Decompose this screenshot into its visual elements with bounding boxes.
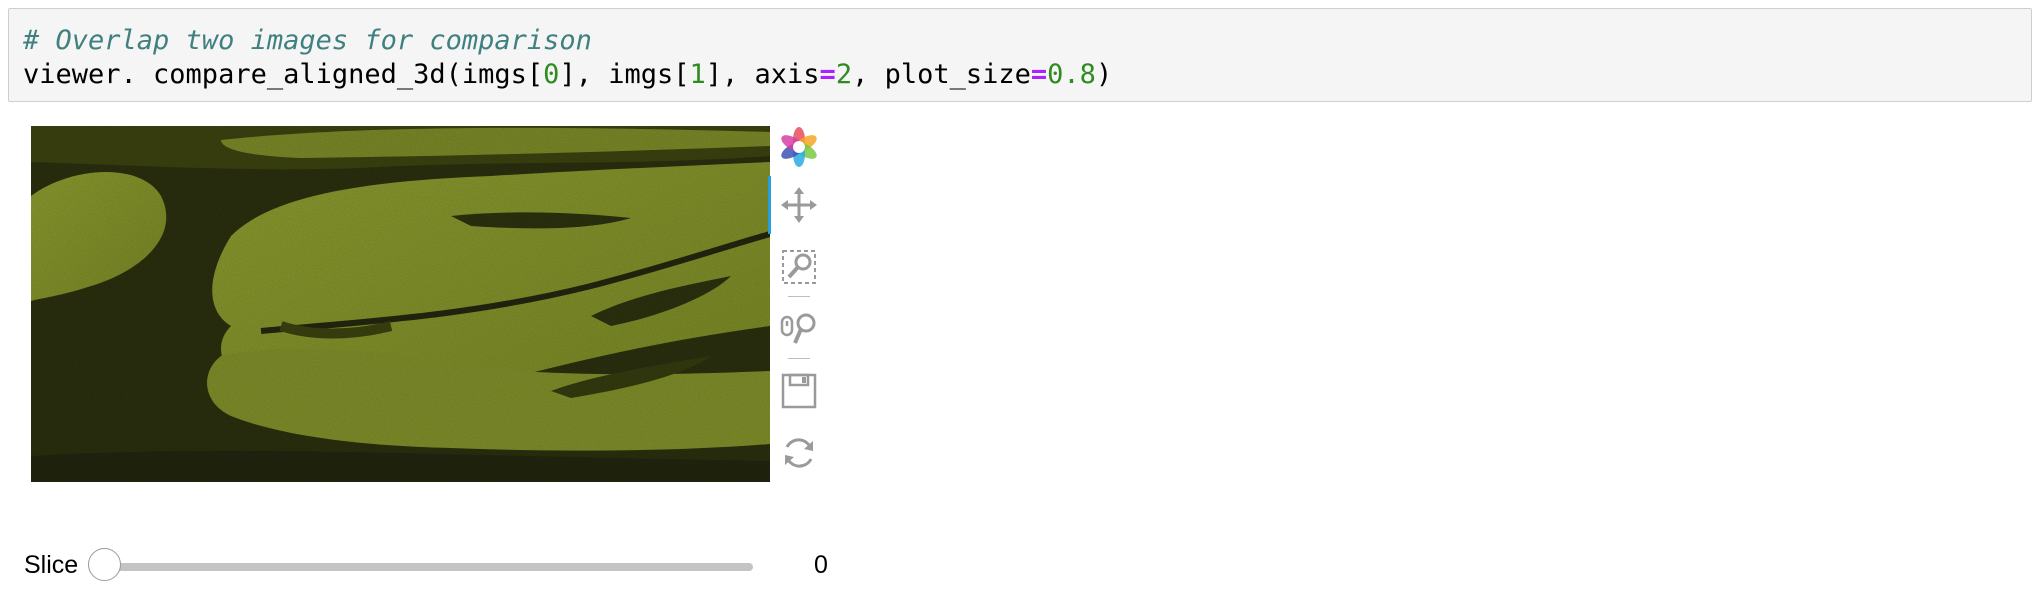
- active-tool-indicator: [768, 176, 771, 234]
- save-icon[interactable]: [776, 368, 822, 414]
- slider-value: 0: [814, 551, 828, 579]
- toolbar-divider: [788, 296, 810, 297]
- plot-toolbar: [768, 124, 824, 484]
- overlay-image-plot[interactable]: [31, 126, 770, 482]
- toolbar-divider: [788, 358, 810, 359]
- code-comment: # Overlap two images for comparison: [23, 25, 592, 56]
- wheel-zoom-icon[interactable]: [776, 306, 822, 352]
- slider-handle[interactable]: [88, 548, 121, 581]
- code-line: viewer. compare_aligned_3d(imgs[0], imgs…: [23, 59, 1113, 90]
- slider-label: Slice: [24, 551, 79, 579]
- pan-move-icon[interactable]: [776, 182, 822, 228]
- bokeh-logo-icon: [776, 124, 822, 170]
- box-zoom-icon[interactable]: [776, 244, 822, 290]
- code-cell[interactable]: # Overlap two images for comparison view…: [8, 8, 2032, 102]
- slice-slider-widget: Slice 0: [22, 548, 842, 584]
- reset-icon[interactable]: [776, 430, 822, 476]
- slider-track[interactable]: [108, 563, 753, 571]
- overlay-image: [31, 126, 770, 482]
